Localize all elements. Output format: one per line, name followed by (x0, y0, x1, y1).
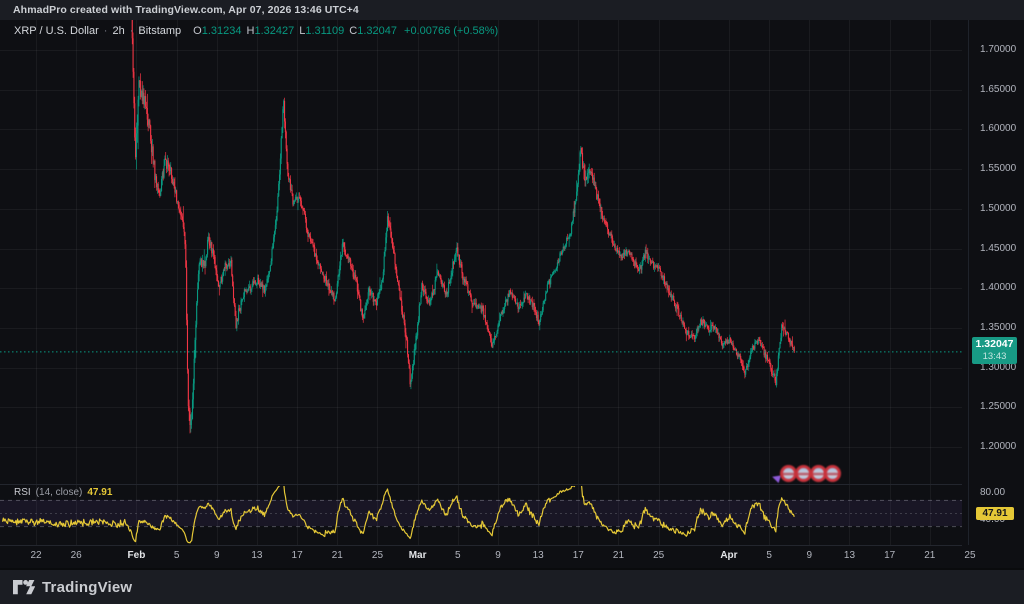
price-axis-label: 1.20000 (980, 441, 1017, 452)
symbol-title: XRP / U.S. Dollar (14, 25, 99, 37)
price-axis-label: 1.25000 (980, 401, 1017, 413)
time-axis-label: 26 (70, 550, 82, 561)
time-axis-label: 5 (173, 550, 180, 561)
time-axis-label: 13 (251, 550, 263, 561)
price-axis-label: 1.55000 (980, 163, 1017, 175)
rsi-title: RSI (14, 487, 31, 498)
time-axis-label: 25 (653, 550, 665, 561)
time-axis-label: 9 (213, 550, 220, 561)
tradingview-logo-icon[interactable] (13, 579, 35, 595)
time-axis-label: 25 (371, 550, 384, 561)
time-axis-label: 9 (806, 550, 813, 561)
time-axis-label: 5 (766, 550, 772, 561)
chart-region: XRP / U.S. Dollar · 2h · Bitstamp O1.312… (0, 20, 1024, 568)
symbol-legend[interactable]: XRP / U.S. Dollar · 2h · Bitstamp O1.312… (14, 25, 498, 37)
attribution-text: AhmadPro created with TradingView.com, A… (13, 4, 359, 16)
rsi-params: (14, close) (35, 487, 83, 498)
last-price-badge: 1.32047 13:43 (972, 337, 1017, 365)
ohlc-close: C1.32047 (349, 25, 398, 37)
price-axis-label: 1.35000 (980, 321, 1017, 333)
ohlc-high: H1.32427 (246, 25, 295, 37)
time-axis-label: 21 (612, 550, 625, 561)
time-axis-label: Apr (720, 550, 738, 561)
price-axis-label: 1.45000 (980, 242, 1017, 254)
price-axis-label: 1.70000 (980, 44, 1017, 55)
price-axis-label: 1.65000 (980, 83, 1017, 95)
change-value: +0.00766 (+0.58%) (404, 25, 499, 37)
time-axis-label: 21 (924, 550, 936, 561)
flag-sticker-icon[interactable] (824, 465, 841, 482)
rsi-value-badge: 47.91 (976, 507, 1014, 521)
time-axis-label: 22 (30, 550, 42, 561)
attribution-bar: AhmadPro created with TradingView.com, A… (0, 0, 1024, 20)
time-axis-label: Mar (408, 550, 427, 561)
time-axis-label: 17 (291, 550, 303, 561)
legend-separator: · (103, 25, 108, 37)
tradingview-brand[interactable]: TradingView (42, 579, 132, 596)
legend-separator: · (129, 25, 134, 37)
ohlc-open: O1.31234 (193, 25, 242, 37)
time-axis-label: 25 (964, 550, 976, 561)
bottom-brand-bar: TradingView (0, 570, 1024, 604)
time-axis-label: 21 (331, 550, 343, 561)
rsi-value: 47.91 (87, 487, 113, 498)
time-axis[interactable]: 22 26 Feb 5 9 13 17 21 25 Mar 5 9 13 17 21 25 Apr 5 9 13 17 2… (0, 546, 975, 568)
timeframe-label[interactable]: 2h (112, 25, 124, 37)
time-axis-label: Feb (127, 550, 146, 561)
price-axis-label: 1.50000 (980, 202, 1017, 214)
price-axis[interactable]: 1.32047 13:43 47.91 1.70000 1.65000 1.6000… (968, 20, 1024, 545)
time-axis-label: 17 (884, 550, 896, 561)
time-axis-label: 13 (532, 550, 544, 561)
time-axis-label: 5 (455, 550, 461, 561)
time-axis-label: 17 (572, 550, 584, 561)
sticker-cluster[interactable] (770, 461, 852, 487)
time-axis-label: 9 (495, 550, 501, 561)
ohlc-low: L1.31109 (299, 25, 345, 37)
bar-countdown: 13:43 (982, 351, 1007, 363)
last-price-value: 1.32047 (975, 338, 1014, 351)
price-axis-label: 1.60000 (980, 123, 1017, 135)
time-axis-label: 13 (843, 550, 856, 561)
exchange-label: Bitstamp (138, 25, 182, 37)
price-axis-label: 1.40000 (980, 282, 1017, 294)
rsi-legend[interactable]: RSI (14, close) 47.91 (14, 487, 112, 498)
rsi-axis-label: 80.00 (980, 487, 1006, 499)
